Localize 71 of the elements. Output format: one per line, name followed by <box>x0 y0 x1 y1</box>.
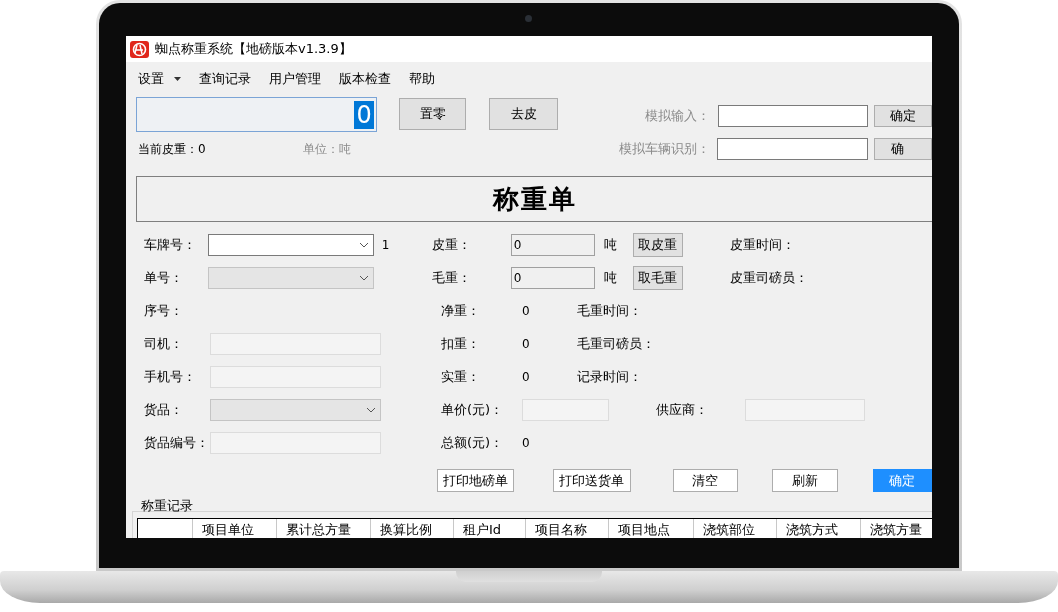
form-title: 称重单 <box>492 183 577 216</box>
field-label: 净重： <box>441 301 481 320</box>
weight-field[interactable]: 0 <box>510 266 596 289</box>
menu-item[interactable]: 帮助 <box>409 70 435 88</box>
chevron-icon <box>358 241 369 248</box>
field-label: 手机号： <box>144 367 197 386</box>
column-header[interactable]: 累计总方量 <box>276 519 370 538</box>
field-label: 皮重司磅员： <box>729 268 809 287</box>
field-label: 皮重： <box>432 235 473 254</box>
value-text: 0 <box>522 303 530 318</box>
input-field[interactable] <box>717 138 868 160</box>
column-header[interactable]: 项目地点 <box>608 519 693 538</box>
field-label: 毛重司磅员： <box>576 334 656 353</box>
unit-label: 单位：吨 <box>303 141 352 156</box>
menu-item[interactable]: 版本检查 <box>339 70 391 88</box>
input-field[interactable] <box>718 105 868 127</box>
menu-item[interactable]: 用户管理 <box>269 70 321 88</box>
column-header[interactable]: 项目单位 <box>192 519 276 538</box>
capture-button[interactable]: 取毛重 <box>633 265 683 290</box>
capture-button[interactable]: 取皮重 <box>633 232 683 257</box>
field-label: 模拟输入： <box>645 107 711 125</box>
field-label: 毛重时间： <box>576 301 643 320</box>
column-header[interactable]: 浇筑方式 <box>776 519 860 538</box>
column-header[interactable]: 换算比例 <box>370 519 453 538</box>
field-label: 扣重： <box>441 334 481 353</box>
column-header[interactable]: 浇筑部位 <box>693 519 776 538</box>
confirm-button[interactable]: 确 <box>874 138 932 160</box>
field-label: 单价(元)： <box>441 400 505 419</box>
field-label: 序号： <box>144 301 184 320</box>
weight-value: 0 <box>354 100 374 129</box>
tare-value: 0 <box>198 142 206 156</box>
field-label: 司机： <box>144 334 184 353</box>
count-text: 1 <box>381 238 390 252</box>
value-text: 0 <box>522 369 530 384</box>
field-label: 车牌号： <box>144 235 197 254</box>
field-label: 毛重： <box>432 268 473 287</box>
value-text: 0 <box>522 435 530 450</box>
app-logo-icon <box>130 40 149 58</box>
tare-label: 当前皮重： <box>138 140 198 158</box>
field-label: 实重： <box>441 367 481 386</box>
value-text: 0 <box>522 336 530 351</box>
action-button[interactable]: 打印送货单 <box>553 469 631 492</box>
field-label: 总额(元)： <box>441 433 505 452</box>
field-label: 货品： <box>144 400 184 419</box>
confirm-button[interactable]: 确定 <box>874 105 932 127</box>
action-button[interactable]: 刷新 <box>772 469 838 492</box>
column-header[interactable]: 浇筑方量 <box>860 519 932 538</box>
column-header[interactable]: 租户Id <box>453 519 525 538</box>
field-label: 模拟车辆识别： <box>619 140 711 158</box>
action-button[interactable]: 置零 <box>398 98 467 130</box>
field-label: 货品编号： <box>144 433 210 452</box>
weight-field[interactable]: 0 <box>510 233 596 256</box>
combo-box[interactable] <box>207 233 374 256</box>
window-title: 蜘点称重系统【地磅版本v1.3.9】 <box>155 40 352 58</box>
unit-text: 吨 <box>604 268 619 287</box>
chevron-icon <box>366 406 376 413</box>
caret-icon <box>174 77 181 81</box>
action-button[interactable]: 打印地磅单 <box>437 469 515 492</box>
field-label: 皮重时间： <box>729 235 796 254</box>
field-label: 记录时间： <box>576 367 643 386</box>
action-button[interactable]: 去皮 <box>489 98 558 130</box>
field-label: 供应商： <box>656 400 709 419</box>
camera-icon <box>525 15 532 22</box>
field-label: 单号： <box>144 268 184 287</box>
menu-item[interactable]: 设置 <box>138 70 181 88</box>
unit-text: 吨 <box>604 235 619 254</box>
group-title: 称重记录 <box>141 498 193 513</box>
column-header[interactable]: 项目名称 <box>525 519 608 538</box>
menu-item[interactable]: 查询记录 <box>199 70 251 88</box>
action-button[interactable]: 清空 <box>672 469 739 492</box>
chevron-icon <box>358 274 369 281</box>
